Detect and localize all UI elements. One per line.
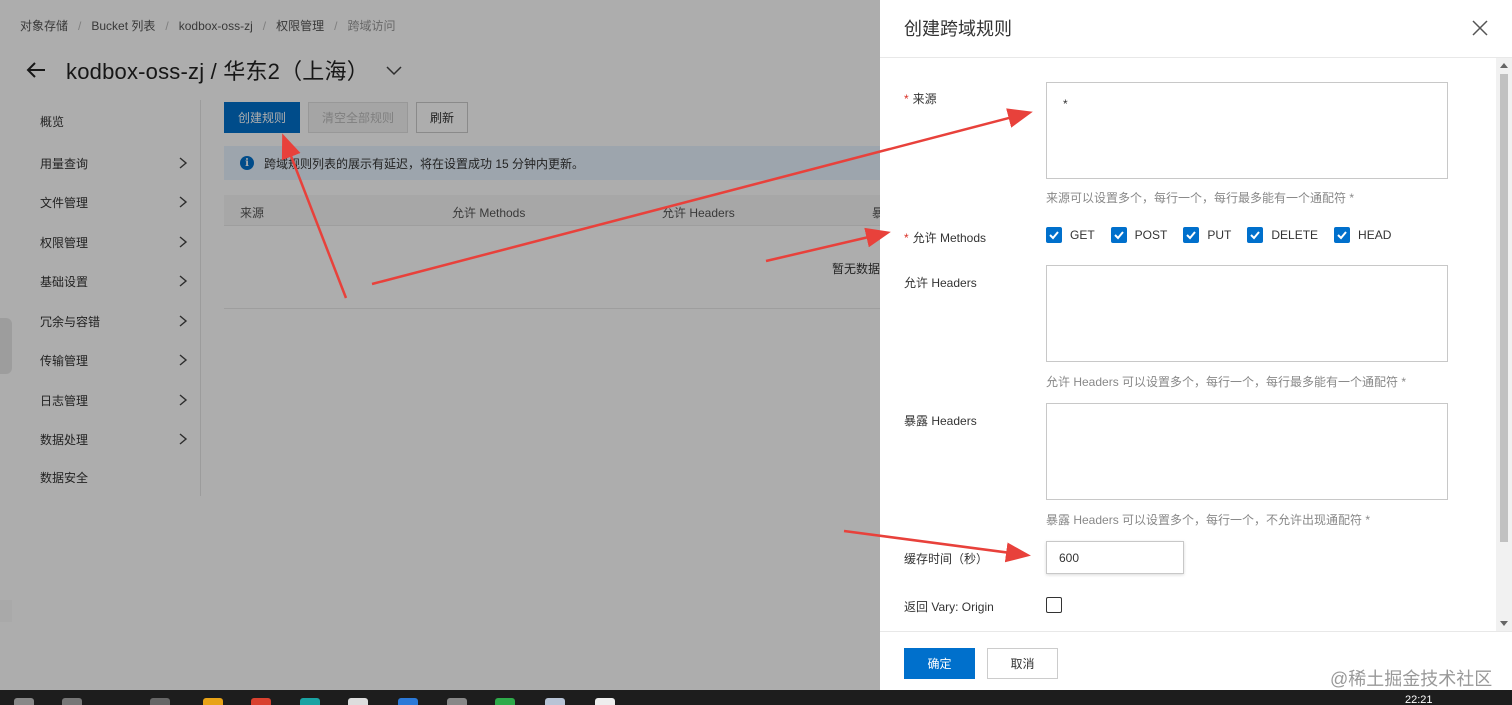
method-head-checkbox[interactable]: HEAD (1334, 227, 1391, 243)
app-icon[interactable] (398, 698, 418, 705)
checkbox-label: GET (1070, 228, 1095, 242)
origin-hint: 来源可以设置多个，每行一个，每行最多能有一个通配符 * (1046, 191, 1355, 205)
checkbox-checked-icon (1110, 227, 1127, 243)
checkbox-checked-icon (1334, 227, 1351, 243)
checkbox-checked-icon (1046, 227, 1062, 243)
cancel-button[interactable]: 取消 (987, 648, 1058, 679)
app-icon[interactable] (14, 698, 34, 705)
required-mark: * (904, 231, 909, 245)
cache-time-label: 缓存时间（秒） (904, 552, 989, 566)
create-cors-rule-drawer: 创建跨域规则 * 来源 * 来源可以设置多个，每行一个，每行最多能有一个通配符 *… (880, 0, 1512, 690)
method-put-checkbox[interactable]: PUT (1183, 227, 1231, 243)
vary-origin-checkbox[interactable] (1046, 597, 1062, 613)
taskbar-clock: 22:21 (1405, 694, 1433, 705)
allow-headers-textarea[interactable] (1046, 265, 1448, 362)
scrollbar[interactable] (1496, 58, 1512, 631)
app-icon[interactable] (62, 698, 82, 705)
folder-icon[interactable] (203, 698, 223, 705)
drawer-footer: 确定 取消 @稀土掘金技术社区 (880, 631, 1512, 690)
scroll-thumb[interactable] (1500, 74, 1508, 542)
checkbox-label: PUT (1207, 228, 1232, 242)
app-icon[interactable] (545, 698, 565, 705)
checkbox-label: HEAD (1358, 228, 1392, 242)
required-mark: * (904, 92, 909, 106)
drawer-title: 创建跨域规则 (904, 19, 1012, 39)
origin-label-text: 来源 (912, 92, 937, 106)
confirm-button[interactable]: 确定 (904, 648, 975, 679)
taskbar: 22:21 (0, 690, 1512, 705)
method-delete-checkbox[interactable]: DELETE (1247, 227, 1318, 243)
checkbox-label: POST (1134, 228, 1168, 242)
app-icon[interactable] (447, 698, 467, 705)
modal-overlay[interactable] (0, 0, 880, 690)
expose-headers-hint: 暴露 Headers 可以设置多个，每行一个，不允许出现通配符 * (1046, 513, 1371, 527)
vary-origin-label: 返回 Vary: Origin (904, 600, 994, 614)
checkbox-checked-icon (1247, 227, 1264, 243)
app-icon[interactable] (595, 698, 615, 705)
browser-icon[interactable] (251, 698, 271, 705)
drawer-header: 创建跨域规则 (880, 0, 1512, 58)
cache-time-input[interactable]: 600 (1046, 541, 1184, 574)
expose-headers-textarea[interactable] (1046, 403, 1448, 500)
watermark: @稀土掘金技术社区 (1330, 669, 1493, 689)
app-icon[interactable] (150, 698, 170, 705)
app-icon[interactable] (300, 698, 320, 705)
scroll-down-arrow-icon[interactable] (1500, 621, 1508, 626)
allow-headers-label: 允许 Headers (904, 276, 977, 290)
close-icon[interactable] (1472, 20, 1488, 36)
methods-checkbox-group: GET POST PUT DELETE HEAD (1046, 227, 1407, 243)
expose-headers-label: 暴露 Headers (904, 414, 977, 428)
methods-label: * 允许 Methods (904, 229, 986, 246)
checkbox-checked-icon (1183, 227, 1200, 243)
origin-label: * 来源 (904, 90, 937, 107)
method-get-checkbox[interactable]: GET (1046, 227, 1095, 243)
scroll-up-arrow-icon[interactable] (1500, 63, 1508, 68)
checkbox-label: DELETE (1271, 228, 1319, 242)
origin-textarea[interactable]: * (1046, 82, 1448, 179)
document-icon[interactable] (348, 698, 368, 705)
app-icon[interactable] (495, 698, 515, 705)
allow-headers-hint: 允许 Headers 可以设置多个，每行一个，每行最多能有一个通配符 * (1046, 375, 1407, 389)
method-post-checkbox[interactable]: POST (1110, 227, 1168, 243)
methods-label-text: 允许 Methods (912, 231, 987, 245)
